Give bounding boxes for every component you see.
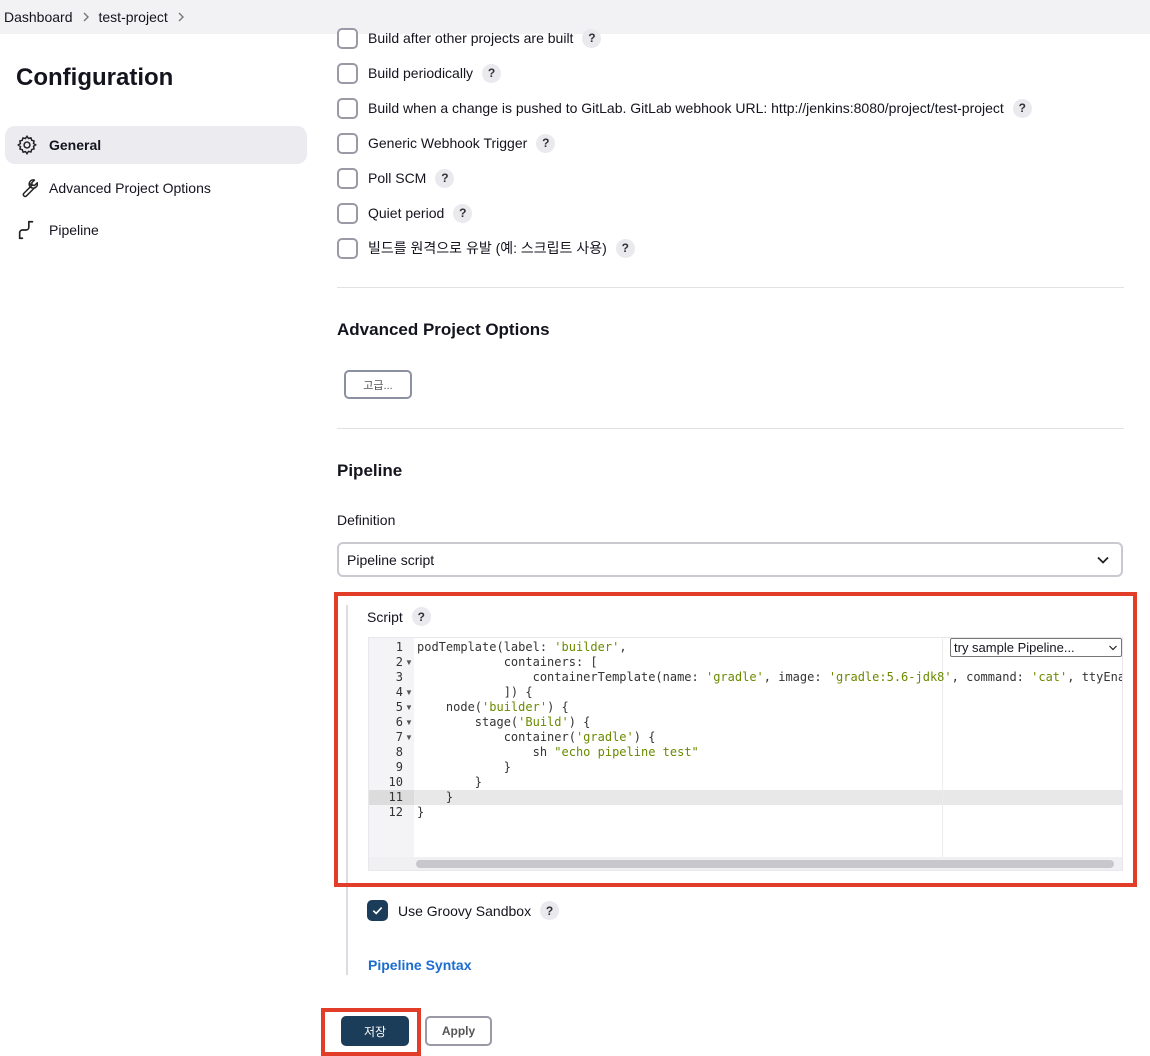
script-label: Script ? <box>367 607 431 626</box>
definition-label: Definition <box>337 512 396 528</box>
sidebar-item-pipeline[interactable]: Pipeline <box>5 211 307 249</box>
line-number: 12 <box>388 805 403 819</box>
chevron-down-icon <box>1109 645 1117 651</box>
breadcrumb-test-project[interactable]: test-project <box>99 9 168 25</box>
code-line: ]) { <box>417 685 533 699</box>
trigger-remote-build: 빌드를 원격으로 유발 (예: 스크립트 사용) ? <box>337 237 635 259</box>
section-divider <box>337 287 1124 288</box>
line-number: 6 <box>395 715 403 729</box>
definition-value: Pipeline script <box>347 551 435 568</box>
line-number: 7 <box>395 730 403 744</box>
help-icon[interactable]: ? <box>536 133 556 153</box>
chevron-down-icon <box>1097 556 1109 564</box>
code-line: } <box>417 805 425 819</box>
trigger-build-after-other: Build after other projects are built ? <box>337 27 602 49</box>
editor-active-line <box>369 790 1122 805</box>
code-line: stage('Build') { <box>417 715 591 729</box>
help-icon[interactable]: ? <box>435 168 455 188</box>
trigger-label: Build after other projects are built <box>368 30 574 46</box>
help-icon[interactable]: ? <box>615 238 635 258</box>
breadcrumb-dashboard[interactable]: Dashboard <box>4 9 73 25</box>
trigger-label: Build when a change is pushed to GitLab.… <box>368 100 1004 116</box>
trigger-label: Generic Webhook Trigger <box>368 135 528 151</box>
code-line: node('builder') { <box>417 700 569 714</box>
code-line: containerTemplate(name: 'gradle', image:… <box>417 670 1122 684</box>
fold-arrow-icon[interactable]: ▼ <box>405 703 413 712</box>
wrench-icon <box>16 177 38 199</box>
script-label-text: Script <box>367 608 403 625</box>
checkbox[interactable] <box>337 27 358 49</box>
help-icon[interactable]: ? <box>540 901 560 920</box>
groovy-sandbox-row: Use Groovy Sandbox ? <box>367 900 560 921</box>
help-icon[interactable]: ? <box>482 63 502 83</box>
line-number: 8 <box>395 745 403 759</box>
sample-pipeline-value: try sample Pipeline... <box>954 640 1075 655</box>
apply-button[interactable]: Apply <box>425 1016 492 1046</box>
checkbox[interactable] <box>337 62 358 84</box>
groovy-sandbox-label: Use Groovy Sandbox <box>398 902 532 919</box>
line-number: 3 <box>395 670 403 684</box>
help-icon[interactable]: ? <box>453 203 473 223</box>
code-line: podTemplate(label: 'builder', <box>417 640 627 654</box>
code-line: } <box>417 790 454 804</box>
line-number: 2 <box>395 655 403 669</box>
line-number: 10 <box>388 775 403 789</box>
help-icon[interactable]: ? <box>582 28 602 48</box>
chevron-right-icon <box>73 12 99 22</box>
line-number: 5 <box>395 700 403 714</box>
sidebar-item-label: Advanced Project Options <box>49 180 211 196</box>
fold-arrow-icon[interactable]: ▼ <box>405 733 413 742</box>
gear-icon <box>16 134 38 156</box>
advanced-button[interactable]: 고급... <box>344 370 412 399</box>
checkbox[interactable] <box>337 97 358 119</box>
code-line: sh "echo pipeline test" <box>417 745 699 759</box>
trigger-label: Poll SCM <box>368 170 427 186</box>
groovy-sandbox-checkbox[interactable] <box>367 900 388 921</box>
definition-select[interactable]: Pipeline script <box>337 542 1123 577</box>
sidebar-item-label: Pipeline <box>49 222 99 238</box>
editor-horizontal-scrollbar[interactable] <box>416 860 1114 868</box>
line-number: 4 <box>395 685 403 699</box>
fold-arrow-icon[interactable]: ▼ <box>405 718 413 727</box>
checkbox[interactable] <box>337 167 358 189</box>
trigger-label: Quiet period <box>368 205 445 221</box>
section-title-pipeline: Pipeline <box>337 461 403 480</box>
trigger-gitlab-push: Build when a change is pushed to GitLab.… <box>337 97 1032 119</box>
script-editor[interactable]: 1 2 3 4 5 6 7 8 9 10 11 12 ▼ ▼ ▼ ▼ ▼ pod… <box>368 637 1123 871</box>
sidebar-item-label: General <box>49 137 102 153</box>
line-number: 1 <box>395 640 403 654</box>
fold-arrow-icon[interactable]: ▼ <box>405 658 413 667</box>
checkbox[interactable] <box>337 202 358 224</box>
sample-pipeline-select[interactable]: try sample Pipeline... <box>950 638 1122 657</box>
section-divider <box>337 428 1124 429</box>
checkbox[interactable] <box>337 237 358 259</box>
line-number: 11 <box>388 790 403 804</box>
help-icon[interactable]: ? <box>1012 98 1032 118</box>
page-title: Configuration <box>16 64 174 91</box>
section-title-advanced: Advanced Project Options <box>337 320 550 339</box>
trigger-quiet-period: Quiet period ? <box>337 202 473 224</box>
sidebar-item-advanced-project-options[interactable]: Advanced Project Options <box>5 169 307 207</box>
code-line: container('gradle') { <box>417 730 656 744</box>
check-icon <box>372 906 383 915</box>
code-line: } <box>417 760 511 774</box>
fold-arrow-icon[interactable]: ▼ <box>405 688 413 697</box>
checkbox[interactable] <box>337 132 358 154</box>
pipeline-icon <box>16 219 38 241</box>
chevron-right-icon[interactable] <box>168 12 194 22</box>
trigger-label: 빌드를 원격으로 유발 (예: 스크립트 사용) <box>368 240 607 256</box>
code-line: } <box>417 775 483 789</box>
sidebar-item-general[interactable]: General <box>5 126 307 164</box>
pipeline-syntax-link[interactable]: Pipeline Syntax <box>368 957 471 973</box>
trigger-label: Build periodically <box>368 65 474 81</box>
trigger-generic-webhook: Generic Webhook Trigger ? <box>337 132 556 154</box>
line-number: 9 <box>395 760 403 774</box>
trigger-poll-scm: Poll SCM ? <box>337 167 455 189</box>
code-line: containers: [ <box>417 655 598 669</box>
trigger-build-periodically: Build periodically ? <box>337 62 502 84</box>
save-button[interactable]: 저장 <box>341 1016 409 1046</box>
help-icon[interactable]: ? <box>411 607 431 626</box>
